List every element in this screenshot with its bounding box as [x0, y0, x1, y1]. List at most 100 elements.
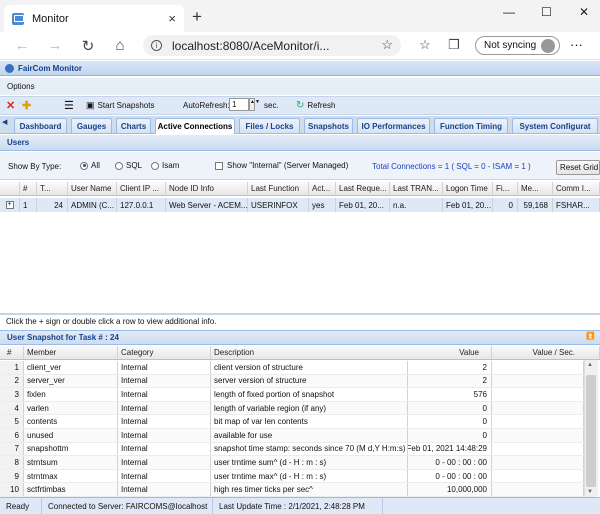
- filter-row: Show By Type: All SQL Isam Show "Interna…: [0, 152, 600, 180]
- stop-icon[interactable]: ✕: [6, 98, 15, 112]
- tab-snapshots[interactable]: Snapshots: [304, 118, 353, 133]
- col-last-function[interactable]: Last Function: [248, 182, 309, 195]
- tab-files-locks[interactable]: Files / Locks: [239, 118, 300, 133]
- tab-io-performances[interactable]: IO Performances: [357, 118, 430, 133]
- tab-system-configuration[interactable]: System Configurat: [512, 118, 598, 133]
- col-user-name[interactable]: User Name: [68, 182, 117, 195]
- snap-cell-category: Internal: [118, 415, 211, 428]
- minimize-button[interactable]: —: [503, 5, 515, 19]
- cell-last-request: Feb 01, 20...: [336, 198, 390, 212]
- snap-cell-number: 8: [0, 456, 24, 469]
- show-internal-checkbox[interactable]: Show "Internal" (Server Managed): [215, 161, 348, 170]
- new-tab-button[interactable]: +: [192, 7, 202, 27]
- radio-all-icon: [80, 161, 88, 170]
- snap-cell-value-per-sec: [492, 401, 584, 415]
- snap-col-number[interactable]: #: [0, 346, 24, 359]
- col-last-tran[interactable]: Last TRAN...: [390, 182, 443, 195]
- row-expander[interactable]: +: [0, 198, 20, 212]
- snap-col-value[interactable]: Value: [408, 346, 492, 359]
- table-row[interactable]: 2 server_ver Internal server version of str…: [0, 374, 584, 389]
- col-logon-time[interactable]: Logon Time: [443, 182, 493, 195]
- snapshot-grid-header: # Member Category Description Value Valu…: [0, 346, 600, 360]
- col-node-id[interactable]: Node ID Info: [166, 182, 248, 195]
- tab-scroll-left-icon[interactable]: ◀: [2, 118, 12, 133]
- tab-charts[interactable]: Charts: [116, 118, 151, 133]
- tab-dashboard[interactable]: Dashboard: [14, 118, 67, 133]
- table-row[interactable]: 9 strntmax Internal user trntime max^ (d - …: [0, 469, 584, 484]
- add-icon[interactable]: ✚: [22, 98, 31, 112]
- list-icon[interactable]: ☰: [64, 98, 74, 112]
- scroll-up-icon[interactable]: ▲: [587, 362, 593, 368]
- snap-cell-category: Internal: [118, 429, 211, 442]
- col-last-request[interactable]: Last Reque...: [336, 182, 390, 195]
- snap-col-category[interactable]: Category: [118, 346, 211, 359]
- table-row[interactable]: 8 strntsum Internal user trntime sum^ (d - …: [0, 456, 584, 470]
- snap-cell-description: client version of structure: [211, 361, 408, 374]
- tab-close-icon[interactable]: ×: [168, 11, 176, 26]
- start-snapshots-button[interactable]: ▣ Start Snapshots: [86, 98, 154, 112]
- cell-memory: 59,168: [518, 198, 553, 212]
- sync-button[interactable]: Not syncing: [475, 36, 560, 55]
- tab-function-timing[interactable]: Function Timing: [434, 118, 508, 133]
- maximize-button[interactable]: ☐: [541, 5, 552, 19]
- autorefresh-input[interactable]: 1: [229, 98, 249, 111]
- table-row[interactable]: 10 sctfrtimbas Internal high res timer tick…: [0, 483, 584, 497]
- table-row[interactable]: 5 contents Internal bit map of var len cont…: [0, 415, 584, 429]
- expand-plus-icon[interactable]: +: [5, 201, 14, 209]
- address-bar[interactable]: i localhost:8080/AceMonitor/i... ☆: [143, 35, 401, 56]
- snap-cell-description: length of variable region (if any): [211, 401, 408, 415]
- col-task[interactable]: T...: [37, 182, 68, 195]
- scrollbar-thumb[interactable]: [586, 375, 596, 487]
- reload-icon[interactable]: ↻: [78, 37, 98, 55]
- options-menu[interactable]: Options: [7, 82, 35, 91]
- snap-col-member[interactable]: Member: [24, 346, 118, 359]
- collapse-icon[interactable]: ⏫: [586, 332, 596, 342]
- home-icon[interactable]: ⌂: [110, 37, 130, 54]
- snap-col-value-per-sec[interactable]: Value / Sec.: [492, 346, 600, 359]
- reset-grid-button[interactable]: Reset Grid: [556, 160, 600, 175]
- col-memory[interactable]: Me...: [518, 182, 553, 195]
- col-files[interactable]: Fi...: [493, 182, 518, 195]
- snap-cell-description: user trntime max^ (d - H : m : s): [211, 469, 408, 483]
- profile-avatar-icon: [541, 39, 555, 53]
- snap-cell-value-per-sec: [492, 483, 584, 496]
- browser-tab[interactable]: Monitor ×: [4, 5, 184, 32]
- snap-cell-member: varlen: [24, 401, 118, 415]
- status-update-time: Last Update Time : 2/1/2021, 2:48:28 PM: [213, 498, 383, 514]
- radio-isam[interactable]: Isam: [151, 161, 179, 170]
- table-row[interactable]: 4 varlen Internal length of variable region…: [0, 401, 584, 416]
- table-row[interactable]: 3 fixlen Internal length of fixed portion o…: [0, 388, 584, 402]
- more-menu-icon[interactable]: ···: [570, 37, 583, 52]
- window-close-button[interactable]: ✕: [579, 5, 589, 19]
- collections-icon[interactable]: ❐: [444, 37, 464, 53]
- favorites-icon[interactable]: ☆: [415, 37, 435, 53]
- col-active[interactable]: Act...: [309, 182, 336, 195]
- status-connected: Connected to Server: FAIRCOMS@localhost: [42, 498, 213, 514]
- forward-arrow-icon[interactable]: →: [45, 37, 65, 54]
- table-row[interactable]: 1 client_ver Internal client version of str…: [0, 361, 584, 375]
- table-row[interactable]: 6 unused Internal available for use 0: [0, 429, 584, 443]
- table-row[interactable]: + 1 24 ADMIN (C... 127.0.0.1 Web Server …: [0, 198, 600, 212]
- radio-all[interactable]: All: [80, 161, 100, 170]
- hint-text: Click the + sign or double click a row t…: [0, 314, 600, 328]
- refresh-button[interactable]: ↻ Refresh: [296, 98, 335, 112]
- tab-active-connections[interactable]: Active Connections: [155, 118, 235, 134]
- back-arrow-icon[interactable]: ←: [12, 37, 32, 54]
- autorefresh-spinner-icon[interactable]: ▲▼: [249, 98, 260, 111]
- col-number[interactable]: #: [20, 182, 37, 195]
- snap-cell-category: Internal: [118, 374, 211, 388]
- sync-label: Not syncing: [484, 40, 537, 51]
- status-ready: Ready: [0, 498, 42, 514]
- col-client-ip[interactable]: Client IP ...: [117, 182, 166, 195]
- snap-cell-number: 10: [0, 483, 24, 496]
- snap-cell-description: available for use: [211, 429, 408, 442]
- site-info-icon[interactable]: i: [151, 40, 162, 51]
- app-header: FairCom Monitor: [0, 61, 600, 76]
- tab-gauges[interactable]: Gauges: [71, 118, 112, 133]
- scroll-down-icon[interactable]: ▼: [587, 489, 593, 495]
- add-favorite-icon[interactable]: ☆: [381, 37, 393, 53]
- radio-sql[interactable]: SQL: [115, 161, 142, 170]
- table-row[interactable]: 7 snapshottm Internal snapshot time stamp: …: [0, 442, 584, 457]
- col-comm-info[interactable]: Comm I...: [553, 182, 600, 195]
- snap-cell-member: snapshottm: [24, 442, 118, 456]
